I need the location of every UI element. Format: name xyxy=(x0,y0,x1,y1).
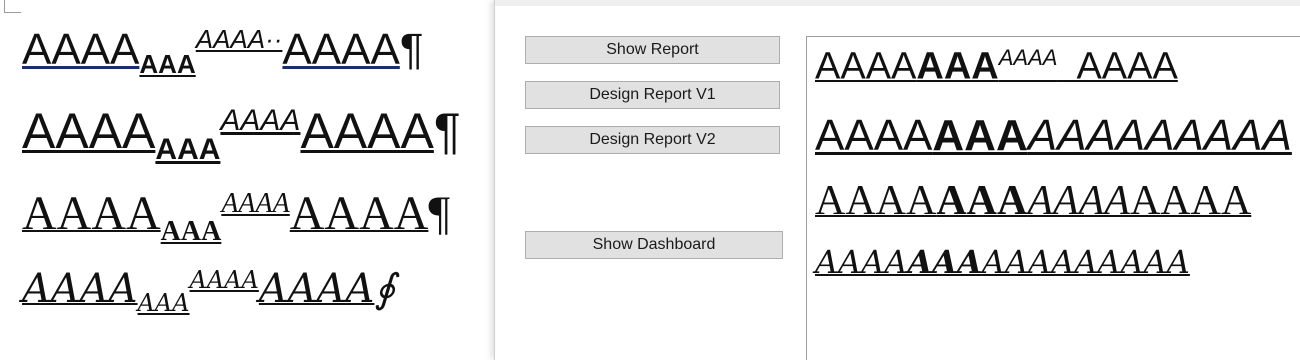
doc-line-3-base: AAAA xyxy=(22,187,161,240)
form-panel: Show Report Design Report V1 Design Repo… xyxy=(494,0,1300,360)
paragraph-mark: ¶ xyxy=(428,187,451,240)
preview-line-1-tail: AAAA xyxy=(1057,45,1178,88)
preview-line-4-italic: AAAAAAAAA xyxy=(981,243,1190,281)
preview-line-1-superscript: AAAA xyxy=(998,45,1058,70)
doc-line-2-superscript: AAAA xyxy=(220,104,301,138)
design-report-v1-button[interactable]: Design Report V1 xyxy=(525,81,780,109)
show-report-button[interactable]: Show Report xyxy=(525,36,780,64)
doc-line-4: AAAAAAAAAAAAAAA∮ xyxy=(22,266,395,317)
page-corner-marker xyxy=(4,0,21,13)
doc-line-3-subscript: AAA xyxy=(160,215,222,247)
doc-line-1-base: AAAA xyxy=(22,24,140,74)
document-area: AAAAAAAAAAA··AAAA¶ AAAAAAAAAAAAAAA¶ AAAA… xyxy=(0,0,494,360)
doc-line-2-subscript: AAA xyxy=(155,133,221,166)
preview-line-4: AAAAAAAAAAAAAAAA xyxy=(815,243,1190,281)
paragraph-mark: ∮ xyxy=(374,266,396,313)
doc-line-4-base: AAAA xyxy=(22,266,138,313)
doc-line-1-tail: AAAA xyxy=(282,24,400,74)
preview-line-3-italic: AAAA xyxy=(1027,178,1130,224)
preview-line-3-regular: AAAA xyxy=(815,178,937,224)
preview-line-3: AAAAAAAAAAAAAAA xyxy=(815,177,1251,225)
preview-line-4-bold: AAA xyxy=(907,243,982,281)
preview-line-3-tail: AAAA xyxy=(1129,178,1252,224)
panel-top-strip xyxy=(495,0,1300,6)
paragraph-mark: ¶ xyxy=(399,24,424,74)
preview-line-1: AAAAAAAAAAA AAAA xyxy=(815,45,1178,89)
preview-line-2-regular: AAAA xyxy=(815,111,933,160)
preview-line-2: AAAAAAAAAAAAAAAA xyxy=(815,111,1292,161)
doc-line-2-base: AAAA xyxy=(22,103,156,159)
preview-line-4-regular: AAAA xyxy=(815,243,908,281)
doc-line-1: AAAAAAAAAAA··AAAA¶ xyxy=(22,24,423,80)
doc-line-3: AAAAAAAAAAAAAAA¶ xyxy=(22,186,450,248)
preview-line-3-bold: AAA xyxy=(936,178,1028,224)
paragraph-mark: ¶ xyxy=(433,103,461,159)
doc-line-4-tail: AAAA xyxy=(258,266,375,313)
doc-line-1-superscript: AAAA·· xyxy=(195,24,283,54)
preview-line-2-bold: AAA xyxy=(932,111,1028,160)
doc-line-4-superscript: AAAA xyxy=(189,266,259,294)
doc-line-4-subscript: AAA xyxy=(137,289,190,318)
doc-line-3-tail: AAAA xyxy=(289,187,429,240)
show-dashboard-button[interactable]: Show Dashboard xyxy=(525,231,783,259)
preview-line-2-italic: AAAAAAAAA xyxy=(1027,111,1292,160)
design-report-v2-button[interactable]: Design Report V2 xyxy=(525,126,780,154)
doc-line-2-tail: AAAA xyxy=(300,103,434,159)
preview-line-1-bold: AAA xyxy=(916,45,999,88)
doc-line-2: AAAAAAAAAAAAAAA¶ xyxy=(22,102,461,167)
preview-line-1-regular: AAAA xyxy=(815,45,917,88)
doc-line-1-subscript: AAA xyxy=(139,49,196,80)
report-preview-pane[interactable]: AAAAAAAAAAA AAAA AAAAAAAAAAAAAAAA AAAAAA… xyxy=(806,36,1300,360)
doc-line-3-superscript: AAAA xyxy=(221,188,290,219)
